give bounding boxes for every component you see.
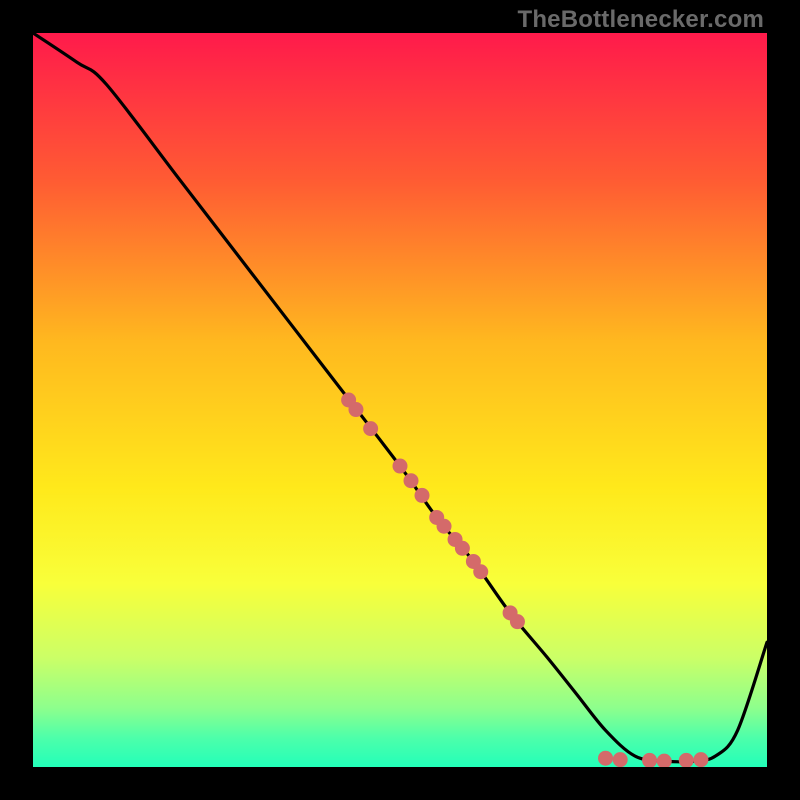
data-marker <box>613 752 628 767</box>
data-marker <box>393 459 408 474</box>
data-marker <box>642 753 657 767</box>
plot-area <box>33 33 767 767</box>
data-marker <box>510 614 525 629</box>
data-marker <box>598 751 613 766</box>
curve-layer <box>33 33 767 767</box>
data-marker <box>348 402 363 417</box>
bottleneck-curve <box>33 33 767 762</box>
data-marker <box>693 752 708 767</box>
data-marker <box>679 753 694 767</box>
data-marker <box>455 541 470 556</box>
chart-stage: TheBottlenecker.com <box>0 0 800 800</box>
curve-markers <box>341 393 708 768</box>
data-marker <box>657 754 672 767</box>
data-marker <box>437 519 452 534</box>
data-marker <box>473 564 488 579</box>
data-marker <box>363 421 378 436</box>
watermark-text: TheBottlenecker.com <box>517 6 764 34</box>
data-marker <box>415 488 430 503</box>
data-marker <box>404 473 419 488</box>
